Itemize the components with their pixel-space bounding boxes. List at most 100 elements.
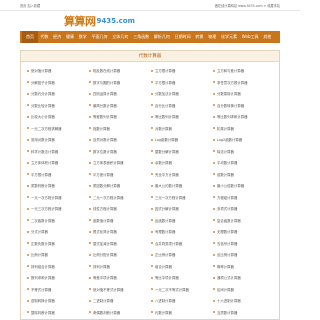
calculator-link[interactable]: 通项公式计算器	[213, 272, 275, 284]
calculator-link[interactable]: 平方根计算器	[151, 77, 213, 89]
nav-item[interactable]: 三角函数	[131, 34, 152, 40]
calculator-link[interactable]: 排列组合计算器	[27, 261, 89, 273]
calculator-link[interactable]: 二次函数计算器	[27, 215, 89, 227]
calculator-link[interactable]: 根式化简计算器	[89, 226, 151, 238]
calculator-link[interactable]: 约数计算器	[151, 307, 213, 319]
nav-item[interactable]: 物理	[206, 34, 219, 40]
calculator-link[interactable]: 因式分解计算器	[151, 203, 213, 215]
calculator-link[interactable]: 对数计算器	[151, 123, 213, 135]
calculator-link[interactable]: 三元一次方程计算器	[151, 192, 213, 204]
calculator-link[interactable]: 自然对数计算器	[89, 134, 151, 146]
calculator-link[interactable]: 除法计算器	[213, 146, 275, 158]
calculator-link[interactable]: 概率计算器	[213, 261, 275, 273]
calculator-link[interactable]: 绝对值不等式计算器	[89, 284, 151, 296]
calculator-link[interactable]: 余数计算器	[151, 157, 213, 169]
calculator-link[interactable]: 互质数计算器	[213, 307, 275, 319]
calculator-link[interactable]: 一元二次方程求解器	[27, 123, 89, 135]
calculator-link[interactable]: 数字与圆的计算器	[89, 77, 151, 89]
calculator-link[interactable]: 四则运算计算器	[89, 88, 151, 100]
nav-item[interactable]: 代数	[38, 34, 51, 40]
calculator-link[interactable]: 组合计算器	[151, 261, 213, 273]
nav-item[interactable]: 平面几何	[89, 34, 110, 40]
calculator-link[interactable]: Log函数计算器	[151, 134, 213, 146]
calculator-link[interactable]: 等比数列计算器	[151, 111, 213, 123]
calculator-link[interactable]: 比例计算器	[27, 249, 89, 261]
calculator-link[interactable]: 相反数在线计算器	[89, 65, 151, 77]
calculator-link[interactable]: 分数乘除计算器	[213, 88, 275, 100]
nav-item[interactable]: 化学元素	[219, 34, 240, 40]
calculator-link[interactable]: 反比例计算器	[213, 249, 275, 261]
calculator-link[interactable]: 分数加法计算器	[151, 88, 213, 100]
calculator-link[interactable]: 一元一次方程计算器	[27, 192, 89, 204]
calculator-link[interactable]: 线性方程计算器	[89, 203, 151, 215]
calculator-link[interactable]: 正比例计算器	[151, 249, 213, 261]
calculator-link[interactable]: 数列求和计算器	[27, 272, 89, 284]
calculator-link[interactable]: 分解因子计算器	[27, 77, 89, 89]
calculator-link[interactable]: 分数比较计算器	[27, 100, 89, 112]
calculator-link[interactable]: 最大公约数计算器	[151, 180, 213, 192]
calculator-link[interactable]: 八进制计算器	[151, 295, 213, 307]
calculator-link[interactable]: 平均数计算器	[213, 157, 275, 169]
calculator-link[interactable]: 求任意次方根计算器	[213, 77, 275, 89]
site-logo[interactable]: 算算网 9435.com	[64, 13, 135, 29]
calculator-link[interactable]: 无理数计算器	[213, 226, 275, 238]
calculator-link[interactable]: 平方差计算器	[89, 169, 151, 181]
calculator-link[interactable]: 指数计算器	[89, 123, 151, 135]
nav-item[interactable]: 数学	[76, 34, 89, 40]
calculator-link[interactable]: 完全平方计算器	[151, 169, 213, 181]
calculator-link[interactable]: 立方根计算器	[151, 65, 213, 77]
calculator-link[interactable]: 排列计算器	[89, 261, 151, 273]
calculator-link[interactable]: 最小公倍数计算器	[213, 180, 275, 192]
calculator-link[interactable]: 合并同类项计算器	[151, 238, 213, 250]
calculator-link[interactable]: 等差数列计算器	[89, 111, 151, 123]
calculator-link[interactable]: 百分数转换计算器	[213, 100, 275, 112]
calculator-link[interactable]: 质数判断计算器	[27, 180, 89, 192]
calculator-link[interactable]: 方程组计算器	[213, 192, 275, 204]
calculator-link[interactable]: 十六进制计算器	[213, 295, 275, 307]
calculator-link[interactable]: 质因数分解计算器	[89, 180, 151, 192]
calculator-link[interactable]: 复合函数计算器	[213, 215, 275, 227]
nav-item[interactable]: 转换	[193, 34, 206, 40]
nav-item[interactable]: 其他	[261, 34, 274, 40]
calculator-link[interactable]: 科学计数法计算器	[27, 146, 89, 158]
calculator-link[interactable]: 比较大小计算器	[27, 111, 89, 123]
nav-item[interactable]: 健康	[64, 34, 77, 40]
top-site-info[interactable]: 做在线计算网站 www.9435.com > 收藏本站	[215, 3, 280, 8]
nav-item[interactable]: 解析几何	[151, 34, 172, 40]
calculator-link[interactable]: 二进制计算器	[89, 295, 151, 307]
calculator-link[interactable]: 一元二次不等式计算器	[151, 284, 213, 296]
calculator-link[interactable]: 正数负数计算器	[27, 238, 89, 250]
calculator-link[interactable]: 多项式计算器	[213, 203, 275, 215]
calculator-link[interactable]: 不等式计算器	[27, 284, 89, 296]
nav-item[interactable]: Web工具	[239, 34, 261, 40]
calculator-link[interactable]: 分式计算器	[27, 226, 89, 238]
calculator-link[interactable]: 等差中项计算器	[89, 272, 151, 284]
nav-item[interactable]: 日期时间	[172, 34, 193, 40]
calculator-link[interactable]: 数字位数计算器	[89, 146, 151, 158]
nav-item[interactable]: 首页	[22, 31, 38, 43]
top-links[interactable]: 首页 加入收藏	[20, 3, 40, 8]
calculator-link[interactable]: 去括号计算器	[213, 238, 275, 250]
calculator-link[interactable]: 整式加减计算器	[89, 238, 151, 250]
calculator-link[interactable]: 有理数计算器	[151, 226, 213, 238]
calculator-link[interactable]: 一元三次方程计算器	[27, 203, 89, 215]
calculator-link[interactable]: 反函数计算器	[151, 215, 213, 227]
calculator-link[interactable]: 分数约分计算器	[27, 88, 89, 100]
calculator-link[interactable]: 立方体体积计算器	[27, 157, 89, 169]
calculator-link[interactable]: 奇偶数判断计算器	[89, 307, 151, 319]
calculator-link[interactable]: Log2函数计算器	[213, 134, 275, 146]
calculator-link[interactable]: 平方根计算器	[27, 169, 89, 181]
calculator-link[interactable]: 阶乘计算器	[213, 123, 275, 135]
calculator-link[interactable]: 立方和与差计算器	[213, 65, 275, 77]
nav-item[interactable]: 经济	[51, 34, 64, 40]
calculator-link[interactable]: 进制转换计算器	[27, 295, 89, 307]
calculator-link[interactable]: 绝对值计算器	[27, 65, 89, 77]
calculator-link[interactable]: 常用对数计算器	[27, 134, 89, 146]
calculator-link[interactable]: 比例分配计算器	[89, 249, 151, 261]
calculator-link[interactable]: 整数分解计算器	[151, 146, 213, 158]
calculator-link[interactable]: 等比数列求和计算器	[213, 111, 275, 123]
calculator-link[interactable]: 函数值计算器	[89, 215, 151, 227]
calculator-link[interactable]: 整除判断计算器	[27, 307, 89, 319]
calculator-link[interactable]: 等比中项计算器	[151, 272, 213, 284]
calculator-link[interactable]: 区间计算器	[213, 284, 275, 296]
